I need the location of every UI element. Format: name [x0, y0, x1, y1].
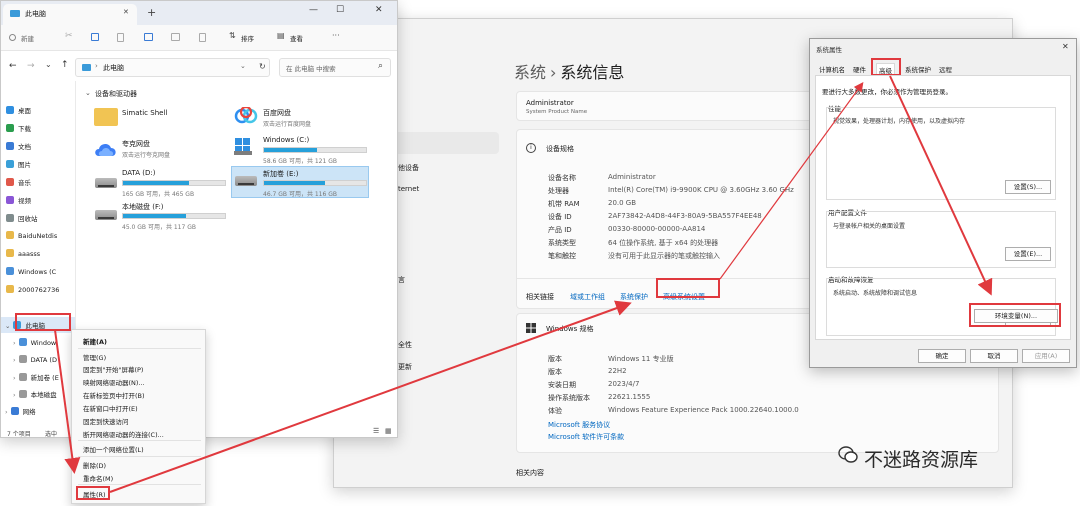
watermark-text: 不迷路资源库 — [864, 449, 979, 471]
annotation-arrows — [54, 75, 993, 493]
arrow-thispc-to-properties — [54, 329, 81, 474]
arrow-properties-to-advanced — [109, 300, 632, 493]
arrow-tab-to-env — [889, 75, 993, 296]
arrow-advanced-to-tab — [719, 82, 864, 280]
wechat-icon — [838, 446, 858, 464]
